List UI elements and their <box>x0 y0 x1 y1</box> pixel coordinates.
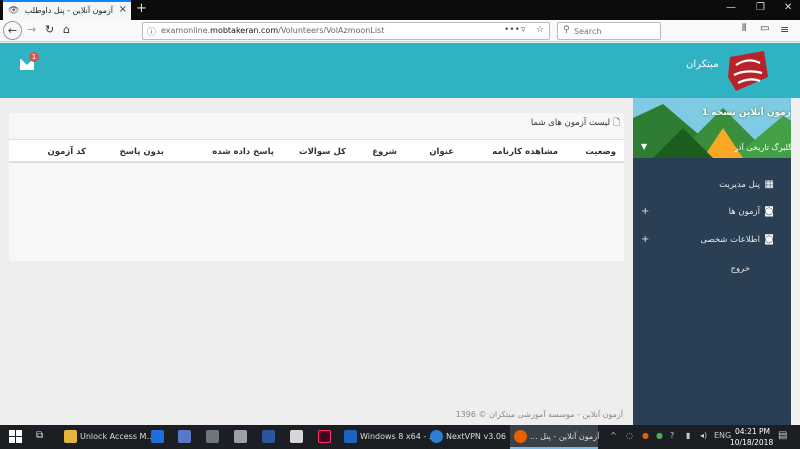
app-icon-media[interactable] <box>234 430 247 443</box>
panel-title: 🗋 لیست آزمون های شما <box>530 118 620 128</box>
mail-app-icon[interactable] <box>290 430 303 443</box>
close-tab-icon[interactable]: × <box>119 4 127 15</box>
task-view-button[interactable]: ⧉ <box>30 425 54 449</box>
sidebar-item-exams[interactable]: + ◙ آزمون ها <box>633 203 800 223</box>
taskbar-item-label: Windows 8 x64 - ... <box>360 432 437 441</box>
column-header-status[interactable]: وضعیت <box>585 147 616 157</box>
footer-copyright: آزمون آنلاین - موسسه آموزشی مبتکران © 13… <box>455 410 623 419</box>
close-window-icon[interactable]: ✕ <box>784 2 792 13</box>
tab-favicon-icon: 👁 <box>8 6 20 16</box>
taskbar-item-vpn[interactable]: NextVPN v3.06 <box>426 425 506 449</box>
sidebar-banner: آزمون آنلاین نسخه 1 گلبرگ تاریخی آذر ▼ <box>633 98 800 158</box>
windows-logo-icon <box>9 430 22 443</box>
column-header-title[interactable]: عنوان <box>429 147 454 157</box>
expand-plus-icon[interactable]: + <box>641 234 649 245</box>
menu-icon[interactable]: ≡ <box>780 23 789 36</box>
minimize-icon[interactable]: — <box>726 2 736 13</box>
clock-time[interactable]: 04:21 PM <box>735 427 770 436</box>
clock-date[interactable]: 10/18/2018 <box>730 438 773 447</box>
sidebar-item-label: پنل مدیریت <box>719 180 760 190</box>
document-icon: 🗋 <box>612 118 620 128</box>
sidebar-toggle-icon[interactable]: ▭ <box>760 23 769 34</box>
folder-icon <box>64 430 77 443</box>
taskbar-item-firefox[interactable]: آزمون آنلاین - پنل ... <box>510 425 600 449</box>
app-icon-network[interactable] <box>206 430 219 443</box>
bookmark-star-icon[interactable]: ☆ <box>536 25 544 35</box>
user-menu[interactable]: گلبرگ تاریخی آذر ▼ <box>633 138 800 158</box>
sidebar-item-personal-info[interactable]: + ◙ اطلاعات شخصی <box>633 231 800 251</box>
taskbar-item-label: Unlock Access M... <box>80 432 155 441</box>
column-header-start[interactable]: شروع <box>372 147 397 157</box>
mail-badge: 1 <box>29 52 39 62</box>
taskbar-item-label: آزمون آنلاین - پنل ... <box>530 432 600 441</box>
indesign-icon[interactable] <box>318 430 331 443</box>
library-icon[interactable]: ⫴ <box>742 23 746 34</box>
column-header-exam-code[interactable]: کد آزمون <box>48 147 86 157</box>
sidebar-item-label: خروج <box>730 264 750 274</box>
tray-firefox-icon[interactable]: ● <box>642 431 649 440</box>
task-view-icon: ⧉ <box>36 430 44 441</box>
pocket-icon[interactable]: ▿ <box>521 25 526 35</box>
browser-tab-bar: 👁 آزمون آنلاین - پنل داوطلب × + — ❐ ✕ <box>0 0 800 20</box>
site-info-icon[interactable]: ⓘ <box>147 25 156 38</box>
column-header-total-questions[interactable]: کل سوالات <box>299 147 346 157</box>
sidebar-item-label: اطلاعات شخصی <box>700 235 760 245</box>
tab-title: آزمون آنلاین - پنل داوطلب <box>24 6 113 15</box>
notifications-icon[interactable]: ▤ <box>778 430 787 441</box>
forward-icon[interactable]: → <box>27 23 36 36</box>
language-indicator[interactable]: ENG <box>714 431 731 440</box>
firefox-icon <box>514 430 527 443</box>
browser-tab[interactable]: 👁 آزمون آنلاین - پنل داوطلب × <box>3 0 131 20</box>
volume-icon[interactable]: ◂) <box>700 431 707 440</box>
search-box[interactable]: ⚲ <box>557 22 661 40</box>
reload-icon[interactable]: ↻ <box>45 23 54 36</box>
exam-table-header: وضعیت مشاهده کارنامه عنوان شروع کل سوالا… <box>9 139 624 163</box>
edge-icon[interactable] <box>151 430 164 443</box>
camera-icon: ◙ <box>764 234 774 245</box>
search-input[interactable] <box>574 24 658 38</box>
page-actions-icon[interactable]: ••• <box>504 25 520 35</box>
start-button[interactable] <box>0 425 30 449</box>
home-icon[interactable]: ⌂ <box>63 23 70 36</box>
restore-icon[interactable]: ❐ <box>756 2 765 13</box>
tray-help-icon[interactable]: ? <box>670 431 674 440</box>
sidebar: آزمون آنلاین نسخه 1 گلبرگ تاریخی آذر ▼ ▦… <box>633 98 800 425</box>
windows-taskbar: ⧉ Unlock Access M... Windows 8 x64 - ...… <box>0 425 800 449</box>
caret-down-icon[interactable]: ▼ <box>641 142 647 151</box>
exam-list-panel: 🗋 لیست آزمون های شما وضعیت مشاهده کارنام… <box>9 113 624 261</box>
tray-chevron-icon[interactable]: ^ <box>610 431 617 440</box>
sidebar-banner-title: آزمون آنلاین نسخه 1 <box>701 108 794 118</box>
browser-nav-bar: ← → ↻ ⌂ ⓘ examonline.mobtakeran.com/Volu… <box>0 20 800 42</box>
back-icon[interactable]: ← <box>3 21 22 40</box>
page-scrollbar[interactable] <box>791 98 800 425</box>
brand-name[interactable]: مبتکران <box>686 59 719 70</box>
camera-icon: ◙ <box>764 206 774 217</box>
tray-app-icon[interactable]: ◌ <box>626 431 633 440</box>
url-bar[interactable]: ⓘ examonline.mobtakeran.com/Volunteers/V… <box>142 22 550 40</box>
network-icon[interactable]: ▮ <box>686 431 690 440</box>
taskbar-item-access[interactable]: Unlock Access M... <box>60 425 154 449</box>
user-name: گلبرگ تاریخی آذر <box>734 143 792 152</box>
main-content: 🗋 لیست آزمون های شما وضعیت مشاهده کارنام… <box>0 98 633 425</box>
new-tab-icon[interactable]: + <box>136 1 147 16</box>
grid-icon: ▦ <box>764 179 774 190</box>
vpn-icon <box>430 430 443 443</box>
taskbar-item-label: NextVPN v3.06 <box>446 432 507 441</box>
app-header: 1 مبتکران <box>0 43 800 98</box>
column-header-unanswered[interactable]: بدون پاسخ <box>120 147 164 157</box>
sidebar-item-admin-panel[interactable]: ▦ پنل مدیریت <box>633 176 800 196</box>
expand-plus-icon[interactable]: + <box>641 206 649 217</box>
brand-logo[interactable] <box>724 47 772 95</box>
column-header-view-report[interactable]: مشاهده کارنامه <box>492 147 558 157</box>
column-header-answered[interactable]: پاسخ داده شده <box>212 147 274 157</box>
search-icon: ⚲ <box>563 25 570 35</box>
taskbar-item-vm[interactable]: Windows 8 x64 - ... <box>340 425 436 449</box>
tray-shield-icon[interactable]: ● <box>656 431 663 440</box>
sidebar-item-label: آزمون ها <box>728 207 760 217</box>
url-text: examonline.mobtakeran.com/Volunteers/Vol… <box>161 26 385 35</box>
word-icon[interactable] <box>262 430 275 443</box>
app-icon-vs[interactable] <box>178 430 191 443</box>
vm-icon <box>344 430 357 443</box>
sidebar-item-logout[interactable]: خروج <box>633 260 800 280</box>
